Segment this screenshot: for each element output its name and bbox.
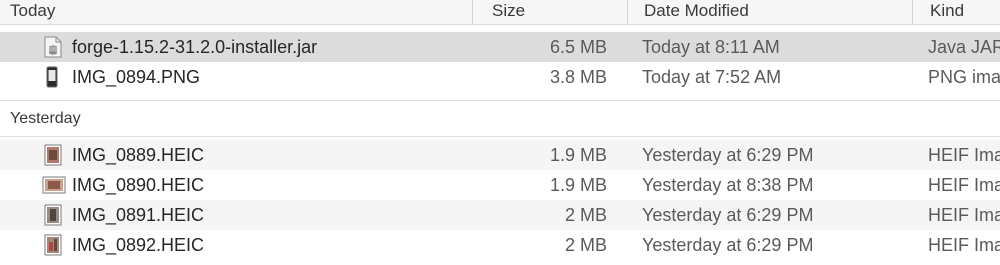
file-row-img-0890[interactable]: IMG_0890.HEIC 1.9 MB Yesterday at 8:38 P… [0, 170, 1000, 200]
column-header-date-modified[interactable]: Date Modified [644, 0, 749, 24]
column-header-bar: Today Size Date Modified Kind [0, 0, 1000, 25]
group-header-yesterday: Yesterday [0, 103, 1000, 135]
file-row-img-0892[interactable]: IMG_0892.HEIC 2 MB Yesterday at 6:29 PM … [0, 230, 1000, 260]
file-row-img-0891[interactable]: IMG_0891.HEIC 2 MB Yesterday at 6:29 PM … [0, 200, 1000, 230]
file-date: Yesterday at 6:29 PM [642, 205, 814, 225]
file-name: forge-1.15.2-31.2.0-installer.jar [72, 37, 318, 57]
column-header-size[interactable]: Size [492, 0, 525, 24]
column-divider[interactable] [912, 0, 913, 24]
file-date: Today at 7:52 AM [642, 67, 782, 87]
file-date: Yesterday at 6:29 PM [642, 235, 814, 255]
file-size: 1.9 MB [549, 145, 607, 165]
file-name: IMG_0890.HEIC [72, 175, 205, 195]
file-row-img-0889[interactable]: IMG_0889.HEIC 1.9 MB Yesterday at 6:29 P… [0, 140, 1000, 170]
file-date: Today at 8:11 AM [642, 37, 780, 57]
file-date: Yesterday at 8:38 PM [642, 175, 814, 195]
image-file-icon [44, 234, 62, 256]
column-divider[interactable] [472, 0, 473, 24]
file-name: IMG_0892.HEIC [72, 235, 205, 255]
file-name: IMG_0889.HEIC [72, 145, 205, 165]
file-size: 1.9 MB [549, 175, 607, 195]
file-kind: HEIF Image [928, 145, 1000, 165]
image-file-icon [42, 176, 66, 194]
file-name: IMG_0891.HEIC [72, 205, 205, 225]
file-kind: HEIF Image [928, 205, 1000, 225]
column-header-name[interactable]: Today [10, 0, 55, 24]
file-kind: PNG image [928, 67, 1000, 87]
group-header-label: Yesterday [10, 110, 81, 127]
file-kind: HEIF Image [928, 235, 1000, 255]
file-size: 2 MB [564, 235, 607, 255]
file-size: 2 MB [564, 205, 607, 225]
column-header-kind[interactable]: Kind [930, 0, 964, 24]
group-divider [0, 136, 1000, 137]
file-date: Yesterday at 6:29 PM [642, 145, 814, 165]
column-divider[interactable] [627, 0, 628, 24]
file-kind: HEIF Image [928, 175, 1000, 195]
file-size: 3.8 MB [549, 67, 607, 87]
file-kind: Java JAR [928, 37, 1000, 57]
image-file-icon [46, 66, 58, 88]
image-file-icon [44, 204, 62, 226]
file-size: 6.5 MB [549, 37, 607, 57]
group-divider [0, 100, 1000, 101]
file-name: IMG_0894.PNG [72, 67, 201, 87]
file-row-forge-installer[interactable]: forge-1.15.2-31.2.0-installer.jar 6.5 MB… [0, 32, 1000, 62]
image-file-icon [44, 144, 62, 166]
jar-file-icon [44, 36, 62, 58]
file-row-img-0894[interactable]: IMG_0894.PNG 3.8 MB Today at 7:52 AM PNG… [0, 62, 1000, 92]
